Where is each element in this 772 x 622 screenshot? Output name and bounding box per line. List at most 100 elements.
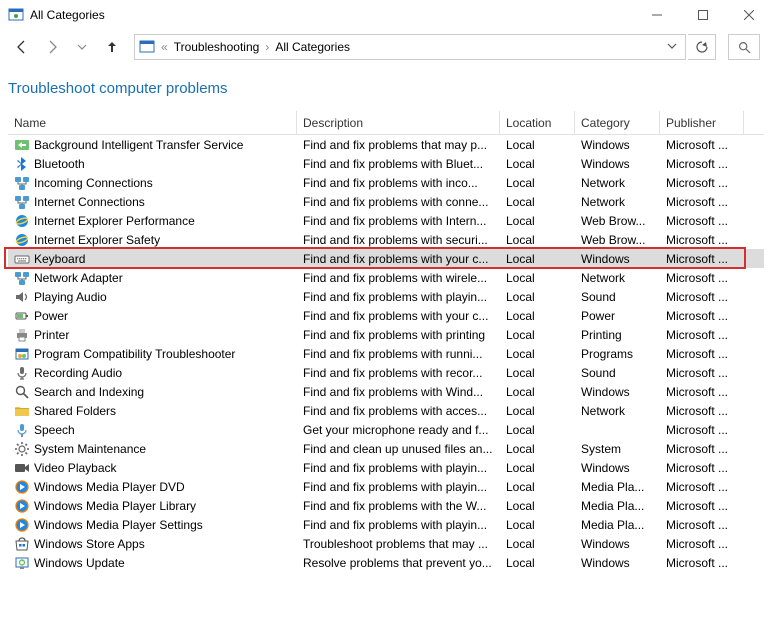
speech-icon: [14, 422, 30, 438]
list-item[interactable]: Windows UpdateResolve problems that prev…: [8, 553, 764, 572]
item-category: Network: [575, 195, 660, 209]
list-item[interactable]: Background Intelligent Transfer ServiceF…: [8, 135, 764, 154]
list-item[interactable]: Incoming ConnectionsFind and fix problem…: [8, 173, 764, 192]
address-history-dropdown[interactable]: [663, 40, 681, 54]
keyboard-icon: [14, 251, 30, 267]
item-publisher: Microsoft ...: [660, 347, 744, 361]
minimize-button[interactable]: [634, 0, 680, 30]
item-description: Find and clean up unused files an...: [297, 442, 500, 456]
gear-icon: [14, 441, 30, 457]
title-bar: All Categories: [0, 0, 772, 30]
search-icon: [14, 384, 30, 400]
breadcrumb-root[interactable]: «: [161, 40, 168, 54]
column-header-category[interactable]: Category: [575, 111, 660, 134]
item-category: Windows: [575, 252, 660, 266]
nav-history-dropdown[interactable]: [68, 34, 96, 60]
item-name: Printer: [34, 328, 69, 342]
item-location: Local: [500, 404, 575, 418]
nav-up-button[interactable]: [98, 34, 126, 60]
item-description: Find and fix problems with Bluet...: [297, 157, 500, 171]
list-item[interactable]: Video PlaybackFind and fix problems with…: [8, 458, 764, 477]
column-header-name[interactable]: Name: [8, 111, 297, 134]
list-item[interactable]: Bluetooth Find and fix problems with Blue…: [8, 154, 764, 173]
window-title: All Categories: [30, 8, 105, 22]
compat-icon: [14, 346, 30, 362]
item-category: System: [575, 442, 660, 456]
item-name: Speech: [34, 423, 75, 437]
list-item[interactable]: SpeechGet your microphone ready and f...…: [8, 420, 764, 439]
item-publisher: Microsoft ...: [660, 214, 744, 228]
item-name: Playing Audio: [34, 290, 107, 304]
item-location: Local: [500, 385, 575, 399]
item-name: Video Playback: [34, 461, 117, 475]
list-item[interactable]: Playing AudioFind and fix problems with …: [8, 287, 764, 306]
list-item[interactable]: Windows Media Player LibraryFind and fix…: [8, 496, 764, 515]
navigation-toolbar: « Troubleshooting › All Categories: [0, 30, 772, 64]
wmp-icon: [14, 498, 30, 514]
list-item[interactable]: System MaintenanceFind and clean up unus…: [8, 439, 764, 458]
item-category: Power: [575, 309, 660, 323]
column-header-row: Name Description Location Category Publi…: [8, 111, 764, 135]
page-heading: Troubleshoot computer problems: [8, 76, 764, 111]
item-description: Find and fix problems with wirele...: [297, 271, 500, 285]
item-name: Bluetooth: [34, 157, 85, 171]
list-item[interactable]: Internet Explorer SafetyFind and fix pro…: [8, 230, 764, 249]
list-item[interactable]: Shared FoldersFind and fix problems with…: [8, 401, 764, 420]
item-publisher: Microsoft ...: [660, 499, 744, 513]
item-category: Windows: [575, 385, 660, 399]
breadcrumb-troubleshooting[interactable]: Troubleshooting: [170, 38, 264, 56]
troubleshooter-list: Name Description Location Category Publi…: [8, 111, 764, 572]
video-icon: [14, 460, 30, 476]
item-publisher: Microsoft ...: [660, 328, 744, 342]
item-category: Programs: [575, 347, 660, 361]
item-location: Local: [500, 138, 575, 152]
item-location: Local: [500, 233, 575, 247]
item-name: Keyboard: [34, 252, 85, 266]
list-item[interactable]: Program Compatibility TroubleshooterFind…: [8, 344, 764, 363]
breadcrumb-all-categories[interactable]: All Categories: [271, 38, 354, 56]
item-publisher: Microsoft ...: [660, 366, 744, 380]
item-location: Local: [500, 366, 575, 380]
item-category: Web Brow...: [575, 233, 660, 247]
list-item[interactable]: Windows Media Player DVDFind and fix pro…: [8, 477, 764, 496]
power-icon: [14, 308, 30, 324]
list-item[interactable]: Network AdapterFind and fix problems wit…: [8, 268, 764, 287]
list-item[interactable]: Windows Media Player SettingsFind and fi…: [8, 515, 764, 534]
list-item[interactable]: KeyboardFind and fix problems with your …: [8, 249, 764, 268]
item-category: Windows: [575, 556, 660, 570]
item-name: Windows Media Player Settings: [34, 518, 203, 532]
item-description: Find and fix problems with runni...: [297, 347, 500, 361]
item-name: Internet Explorer Safety: [34, 233, 160, 247]
search-box[interactable]: [728, 34, 760, 60]
item-category: Windows: [575, 138, 660, 152]
list-item[interactable]: PrinterFind and fix problems with printi…: [8, 325, 764, 344]
item-description: Find and fix problems with the W...: [297, 499, 500, 513]
list-item[interactable]: Windows Store AppsTroubleshoot problems …: [8, 534, 764, 553]
item-category: Printing: [575, 328, 660, 342]
item-description: Find and fix problems with Wind...: [297, 385, 500, 399]
list-item[interactable]: PowerFind and fix problems with your c..…: [8, 306, 764, 325]
network-icon: [14, 194, 30, 210]
item-location: Local: [500, 157, 575, 171]
item-publisher: Microsoft ...: [660, 290, 744, 304]
item-publisher: Microsoft ...: [660, 461, 744, 475]
list-item[interactable]: Recording AudioFind and fix problems wit…: [8, 363, 764, 382]
mic-icon: [14, 365, 30, 381]
item-location: Local: [500, 290, 575, 304]
address-bar[interactable]: « Troubleshooting › All Categories: [134, 34, 686, 60]
nav-back-button[interactable]: [8, 34, 36, 60]
update-icon: [14, 555, 30, 571]
close-button[interactable]: [726, 0, 772, 30]
refresh-button[interactable]: [688, 34, 716, 60]
nav-forward-button: [38, 34, 66, 60]
column-header-description[interactable]: Description: [297, 111, 500, 134]
column-header-location[interactable]: Location: [500, 111, 575, 134]
list-item[interactable]: Internet Explorer PerformanceFind and fi…: [8, 211, 764, 230]
list-item[interactable]: Internet ConnectionsFind and fix problem…: [8, 192, 764, 211]
column-header-publisher[interactable]: Publisher: [660, 111, 744, 134]
item-location: Local: [500, 309, 575, 323]
list-item[interactable]: Search and IndexingFind and fix problems…: [8, 382, 764, 401]
item-location: Local: [500, 518, 575, 532]
speaker-icon: [14, 289, 30, 305]
maximize-button[interactable]: [680, 0, 726, 30]
